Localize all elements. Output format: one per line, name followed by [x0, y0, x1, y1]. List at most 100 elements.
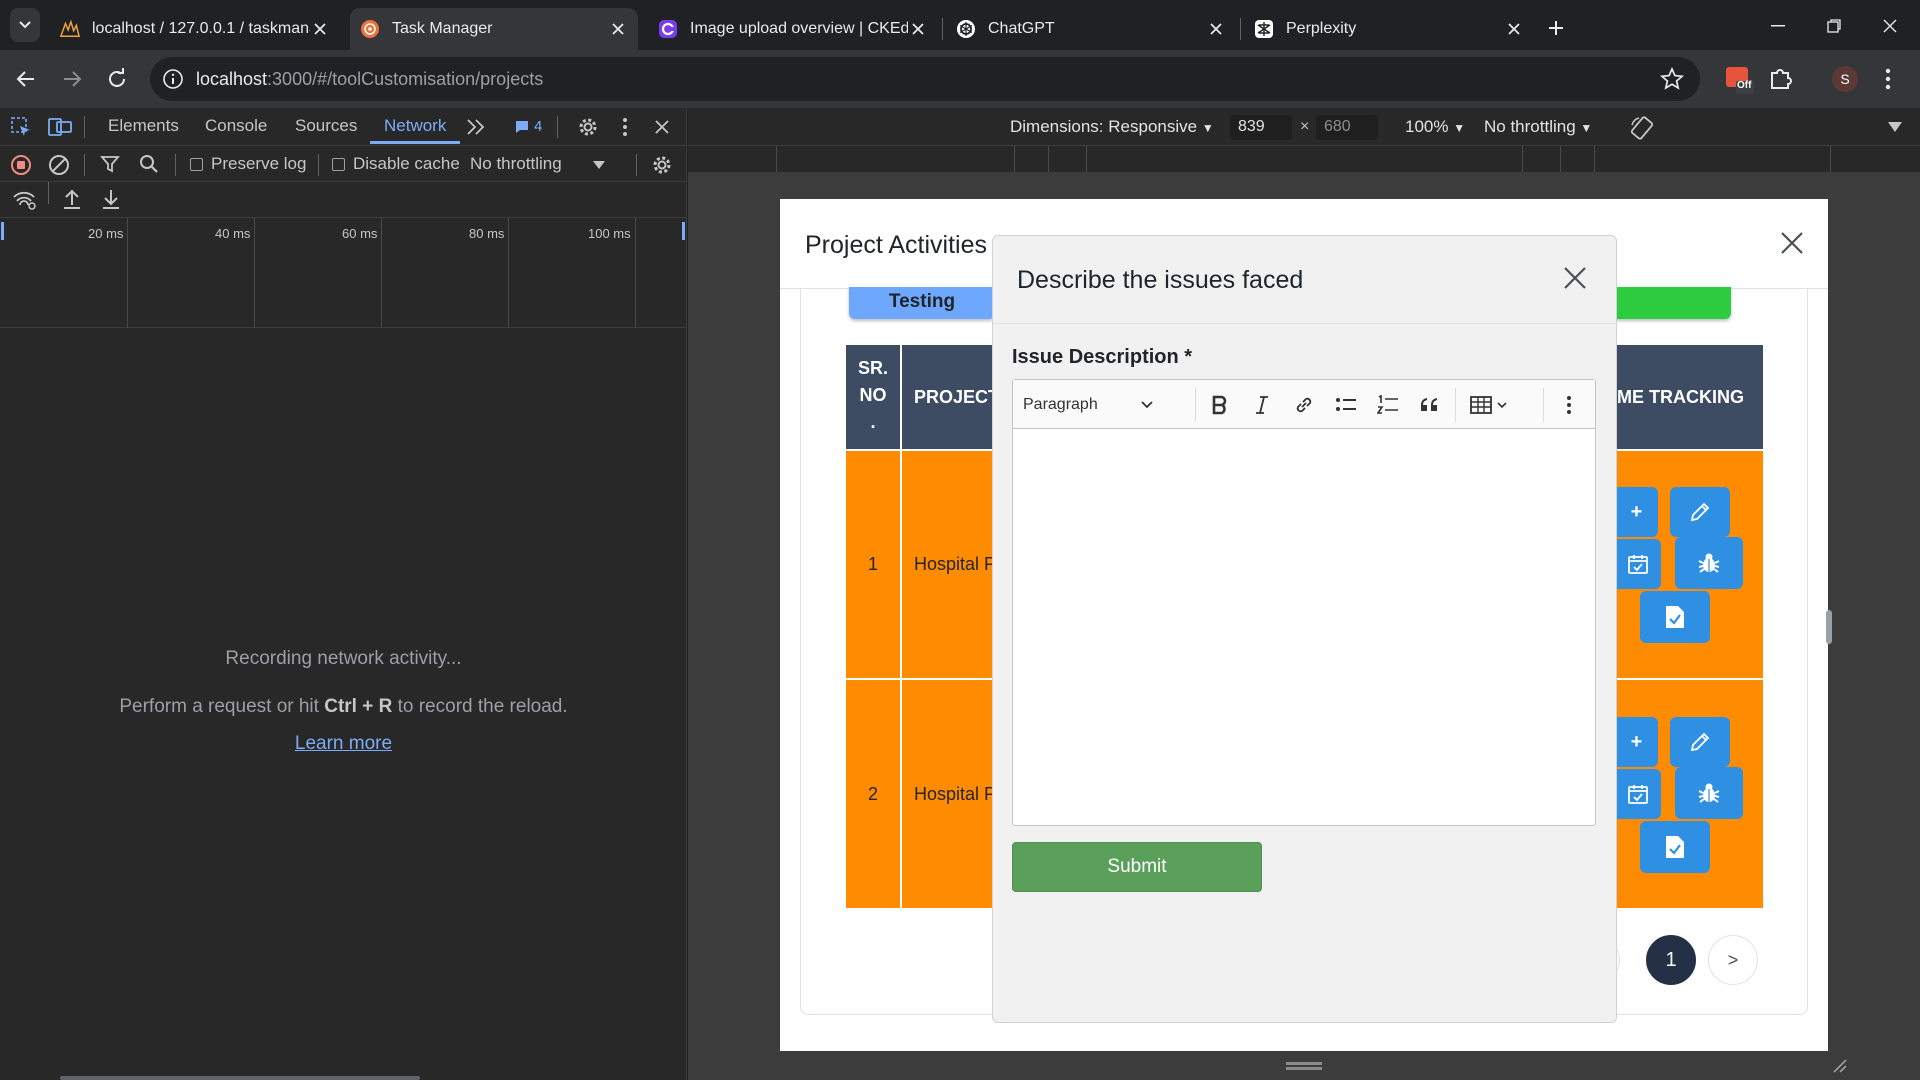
- issues-counter[interactable]: 4: [514, 118, 542, 135]
- network-timeline-overview[interactable]: 20 ms 40 ms 60 ms 80 ms 100 ms: [0, 218, 687, 328]
- devtools-tab-elements[interactable]: Elements: [108, 108, 179, 144]
- tab-search-button[interactable]: [10, 8, 40, 42]
- learn-more-link[interactable]: Learn more: [295, 733, 392, 754]
- minimize-window-button[interactable]: [1760, 14, 1796, 38]
- timeline-handle-right[interactable]: [682, 222, 685, 240]
- document-button[interactable]: [1640, 591, 1710, 643]
- record-stop-icon[interactable]: [10, 154, 32, 176]
- network-settings-icon[interactable]: [650, 153, 674, 177]
- new-tab-button[interactable]: [1542, 14, 1570, 42]
- media-query-bar[interactable]: [688, 146, 1920, 172]
- viewport-bottom-resize-handle[interactable]: [1286, 1062, 1322, 1070]
- address-bar[interactable]: localhost:3000/#/toolCustomisation/proje…: [150, 57, 1700, 101]
- restore-window-button[interactable]: [1816, 14, 1852, 38]
- dropdown-caret-icon[interactable]: [593, 161, 605, 169]
- plus-icon: [1549, 21, 1563, 35]
- modal-close-button[interactable]: [1563, 266, 1587, 290]
- issues-count: 4: [534, 118, 543, 135]
- modal-close-button[interactable]: [1780, 231, 1804, 255]
- device-throttling-select[interactable]: No throttling ▼: [1484, 117, 1592, 137]
- report-bug-button[interactable]: [1675, 537, 1743, 589]
- tab-title: Perplexity: [1286, 20, 1357, 37]
- editor-content-area[interactable]: [1013, 430, 1595, 825]
- checkbox-box[interactable]: [190, 158, 203, 172]
- tab-phpmyadmin[interactable]: localhost / 127.0.0.1 / taskmana: [50, 8, 340, 50]
- network-conditions-icon[interactable]: [12, 190, 36, 210]
- close-tab-icon[interactable]: [908, 19, 928, 39]
- close-window-button[interactable]: [1872, 14, 1908, 38]
- filter-icon[interactable]: [100, 154, 120, 174]
- disable-cache-checkbox[interactable]: Disable cache: [332, 154, 460, 174]
- viewport-height-input[interactable]: 680: [1316, 115, 1378, 140]
- zoom-select[interactable]: 100% ▼: [1405, 117, 1465, 137]
- devtools-tab-console[interactable]: Console: [205, 108, 267, 144]
- bookmark-star-icon[interactable]: [1660, 67, 1684, 91]
- viewport-width-input[interactable]: 839: [1230, 115, 1292, 140]
- close-tab-icon[interactable]: [310, 19, 330, 39]
- message-icon: [516, 120, 528, 133]
- link-button[interactable]: [1289, 392, 1319, 418]
- add-task-button[interactable]: +: [1615, 487, 1658, 537]
- insert-table-button[interactable]: [1465, 392, 1515, 418]
- tab-task-manager[interactable]: Task Manager: [350, 8, 638, 50]
- tab-chatgpt[interactable]: ChatGPT: [946, 8, 1236, 50]
- site-info-icon[interactable]: [162, 68, 184, 90]
- forward-button[interactable]: [60, 67, 84, 91]
- close-tab-icon[interactable]: [608, 19, 628, 39]
- add-task-button[interactable]: +: [1615, 717, 1658, 767]
- block-quote-button[interactable]: [1415, 392, 1445, 418]
- device-menu-caret-icon[interactable]: [1888, 122, 1902, 132]
- report-bug-button[interactable]: [1675, 767, 1743, 819]
- submit-button[interactable]: Submit: [1012, 842, 1262, 892]
- viewport-resize-handle[interactable]: [1826, 610, 1832, 644]
- more-tools-button[interactable]: [1559, 392, 1579, 418]
- close-tab-icon[interactable]: [1504, 19, 1524, 39]
- bulleted-list-button[interactable]: [1331, 392, 1361, 418]
- schedule-button[interactable]: [1615, 769, 1661, 819]
- more-tabs-icon[interactable]: [466, 118, 486, 136]
- checkbox-box[interactable]: [332, 158, 345, 172]
- tab-ckeditor[interactable]: Image upload overview | CKEdit: [648, 8, 938, 50]
- reload-button[interactable]: [105, 67, 129, 91]
- testing-button[interactable]: Testing: [849, 287, 995, 319]
- document-button[interactable]: [1640, 821, 1710, 873]
- pagination-page-1[interactable]: 1: [1646, 935, 1696, 985]
- tab-title: Image upload overview | CKEdit: [690, 20, 908, 37]
- export-har-icon[interactable]: [101, 188, 121, 210]
- react-app-icon: [360, 19, 380, 39]
- corner-resize-handle[interactable]: [1830, 1056, 1848, 1074]
- devtools-tab-sources[interactable]: Sources: [295, 108, 357, 144]
- network-throttling-select[interactable]: No throttling: [470, 154, 562, 174]
- devtools-tab-network[interactable]: Network: [370, 108, 461, 144]
- hint-text: to record the reload.: [392, 696, 568, 717]
- clear-log-icon[interactable]: [48, 154, 70, 176]
- browser-menu-button[interactable]: [1884, 66, 1892, 92]
- back-button[interactable]: [14, 67, 38, 91]
- device-toolbar-icon[interactable]: [48, 116, 72, 138]
- extension-off-button[interactable]: Off: [1724, 65, 1754, 95]
- devtools-menu-icon[interactable]: [621, 116, 629, 138]
- preserve-log-checkbox[interactable]: Preserve log: [190, 154, 306, 174]
- rotate-icon[interactable]: [1629, 115, 1655, 141]
- devtools-settings-icon[interactable]: [576, 115, 600, 139]
- edit-button[interactable]: [1670, 487, 1730, 537]
- heading-select[interactable]: Paragraph: [1023, 392, 1153, 418]
- chatgpt-icon: [956, 19, 976, 39]
- bold-button[interactable]: [1205, 392, 1235, 418]
- numbered-list-button[interactable]: [1373, 392, 1403, 418]
- inspect-element-icon[interactable]: [10, 116, 32, 138]
- extensions-button[interactable]: [1768, 65, 1794, 91]
- devtools-scrollbar[interactable]: [60, 1076, 420, 1080]
- timeline-handle-left[interactable]: [1, 222, 4, 240]
- italic-button[interactable]: [1247, 392, 1277, 418]
- import-har-icon[interactable]: [62, 188, 82, 210]
- tab-perplexity[interactable]: Perplexity: [1244, 8, 1534, 50]
- pagination-next-button[interactable]: >: [1708, 935, 1758, 985]
- search-icon[interactable]: [139, 154, 159, 174]
- close-devtools-icon[interactable]: [654, 119, 670, 135]
- profile-avatar[interactable]: S: [1832, 66, 1858, 92]
- dimensions-select[interactable]: Dimensions: Responsive ▼: [1010, 117, 1214, 137]
- close-tab-icon[interactable]: [1206, 19, 1226, 39]
- edit-button[interactable]: [1670, 717, 1730, 767]
- schedule-button[interactable]: [1615, 539, 1661, 589]
